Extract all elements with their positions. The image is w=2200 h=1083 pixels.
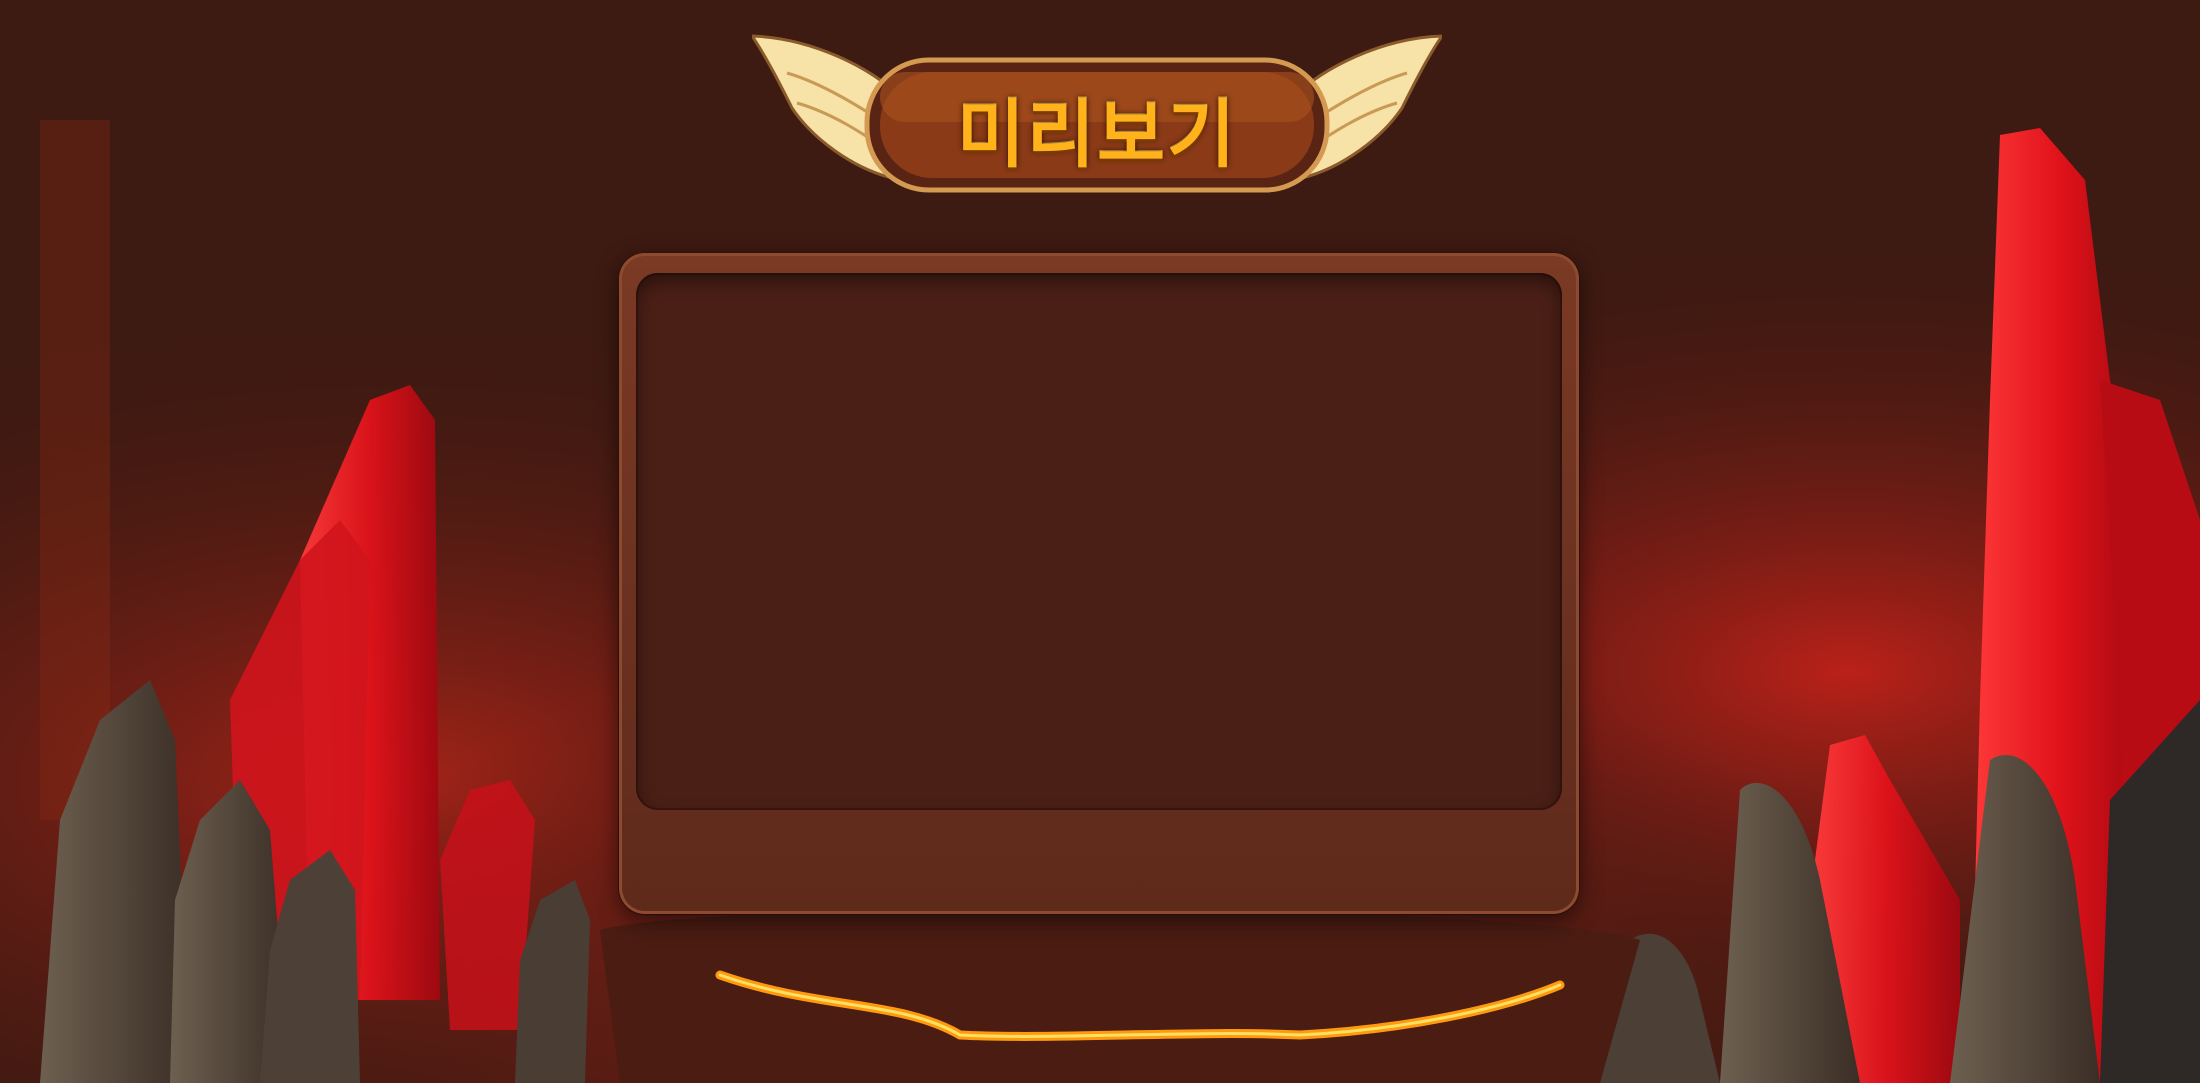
title-banner: 미리보기 (752, 28, 1442, 208)
preview-panel (619, 253, 1579, 914)
preview-screen (636, 273, 1562, 810)
page-title: 미리보기 (956, 91, 1238, 178)
left-wall-glow (40, 120, 110, 820)
lava-pool (600, 908, 1640, 1083)
